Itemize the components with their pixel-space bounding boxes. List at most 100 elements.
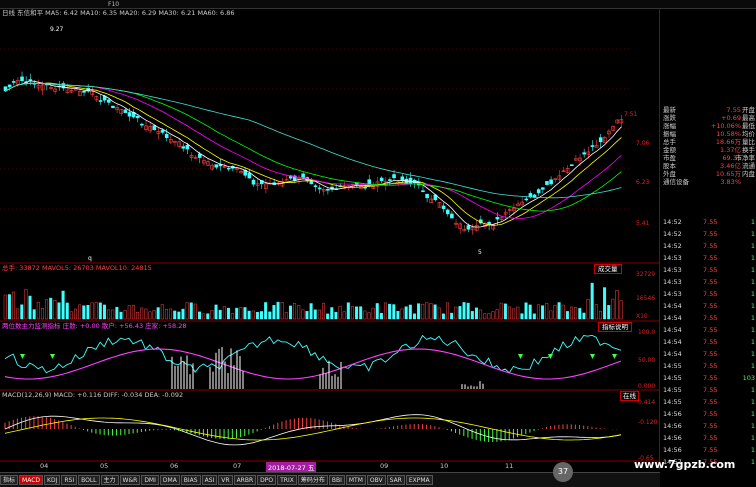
vol-y-label-1: 32729 bbox=[636, 271, 656, 278]
ind-y-label-1: 100.0 bbox=[638, 329, 656, 336]
volume-bar bbox=[86, 304, 90, 320]
tick-time: 14:52 bbox=[663, 218, 682, 226]
indicator-tab[interactable]: ASI bbox=[201, 475, 218, 485]
x-axis-label: 09 bbox=[380, 462, 389, 470]
volume-bar bbox=[57, 302, 61, 320]
indicator-tab[interactable]: BIAS bbox=[180, 475, 201, 485]
volume-bar bbox=[74, 308, 78, 320]
volume-bar bbox=[342, 311, 346, 320]
x-axis-label: 06 bbox=[170, 462, 179, 470]
candle-body bbox=[363, 186, 367, 189]
indicator-tab[interactable]: MACD bbox=[19, 475, 44, 485]
candle-body bbox=[536, 189, 541, 194]
candle-body bbox=[541, 187, 545, 190]
quote-value: 10.65万 bbox=[715, 170, 741, 178]
indicator-tab[interactable]: SAR bbox=[386, 475, 405, 485]
tick-volume: 1 bbox=[750, 398, 755, 406]
macd-y-label-1: 0.414 bbox=[638, 399, 656, 406]
indicator-tab[interactable]: DMA bbox=[159, 475, 180, 485]
indicator-tab[interactable]: DPO bbox=[257, 475, 277, 485]
indicator-tab[interactable]: MTM bbox=[345, 475, 366, 485]
volume-bar bbox=[350, 306, 354, 320]
tick-price: 7.55 bbox=[703, 386, 718, 394]
tick-row: 14:55 7.55 1 bbox=[663, 385, 755, 395]
volume-bar bbox=[140, 307, 144, 320]
volume-bar bbox=[516, 306, 520, 320]
candle-body bbox=[140, 123, 144, 126]
chart-svg[interactable] bbox=[0, 9, 660, 469]
quote-tag: 市净率 bbox=[735, 154, 756, 162]
main-y-label-1: 7.06 bbox=[636, 140, 650, 147]
indicator-tab[interactable]: BBI bbox=[328, 475, 345, 485]
x-axis-label: 07 bbox=[233, 462, 242, 470]
tick-volume: 1 bbox=[750, 218, 755, 226]
indicator-tab[interactable]: VR bbox=[218, 475, 233, 485]
tick-volume: 1 bbox=[750, 422, 755, 430]
indicator-tab[interactable]: EXPMA bbox=[405, 475, 433, 485]
volume-bar bbox=[136, 312, 140, 320]
candle-body bbox=[11, 81, 16, 83]
volume-badge[interactable]: 成交量 bbox=[594, 264, 622, 274]
macd-badge[interactable]: 在线 bbox=[620, 391, 639, 401]
quote-label: 市盈 bbox=[663, 154, 676, 162]
indicator-tab[interactable]: BOLL bbox=[78, 475, 100, 485]
volume-bar bbox=[7, 294, 11, 320]
tick-time: 14:53 bbox=[663, 254, 682, 262]
tick-row: 14:52 7.55 1 bbox=[663, 229, 755, 239]
indicator-tab[interactable]: KDJ bbox=[44, 475, 61, 485]
volume-bar bbox=[235, 307, 239, 320]
tick-time: 14:53 bbox=[663, 278, 682, 286]
indicator-tab[interactable]: 筹码分布 bbox=[297, 475, 328, 485]
tick-row: 14:53 7.55 1 bbox=[663, 253, 755, 263]
tick-row: 14:54 7.55 1 bbox=[663, 301, 755, 311]
indicator-tab[interactable]: ARBR bbox=[233, 475, 257, 485]
volume-bar bbox=[549, 310, 553, 320]
volume-bar bbox=[152, 310, 156, 320]
candle-body bbox=[524, 198, 529, 201]
indicator-tab[interactable]: OBV bbox=[366, 475, 386, 485]
chart-area[interactable]: 日线 东信和平 MA5: 6.42 MA10: 6.35 MA20: 6.29 … bbox=[0, 9, 660, 469]
signal-triangle bbox=[518, 354, 523, 359]
volume-bar bbox=[131, 304, 135, 320]
vol-y-label-3: X10 bbox=[636, 313, 648, 320]
tick-volume: 1 bbox=[750, 290, 755, 298]
indicator-tab[interactable]: 主力 bbox=[100, 475, 119, 485]
indicator-tab[interactable]: DMI bbox=[141, 475, 159, 485]
volume-bar bbox=[503, 303, 507, 320]
tick-time: 14:52 bbox=[663, 242, 682, 250]
volume-bar bbox=[425, 302, 429, 320]
volume-bar bbox=[590, 282, 594, 320]
tick-price: 7.55 bbox=[703, 374, 718, 382]
top-menu-bar: F10 bbox=[0, 0, 756, 9]
candle-body bbox=[441, 205, 446, 209]
candle-body bbox=[466, 225, 471, 230]
quote-value: 10.58% bbox=[716, 130, 741, 138]
quote-label: 振幅 bbox=[663, 130, 676, 138]
candle-body bbox=[317, 187, 322, 190]
tick-volume: 1 bbox=[750, 446, 755, 454]
ma30-line bbox=[5, 82, 622, 212]
quote-tag: 量比 bbox=[742, 138, 755, 146]
candle-body bbox=[425, 193, 429, 199]
candle-body bbox=[301, 173, 305, 179]
volume-bar bbox=[371, 307, 375, 320]
volume-bar bbox=[193, 303, 197, 320]
volume-bar bbox=[28, 295, 32, 320]
indicator-tab[interactable]: W&R bbox=[119, 475, 141, 485]
volume-bar bbox=[284, 312, 288, 320]
indicator-badge[interactable]: 指标说明 bbox=[598, 322, 632, 332]
volume-bar bbox=[441, 313, 445, 320]
volume-bar bbox=[16, 308, 20, 320]
quote-value: 3.46亿 bbox=[720, 162, 741, 170]
volume-bar bbox=[607, 305, 611, 320]
tick-time: 14:54 bbox=[663, 350, 682, 358]
top-menu-item[interactable]: F10 bbox=[108, 0, 119, 9]
indicator-tab[interactable]: 指标 bbox=[0, 475, 19, 485]
indicator-tab[interactable]: RSI bbox=[61, 475, 78, 485]
volume-bar bbox=[520, 313, 524, 320]
candle-body bbox=[598, 137, 603, 142]
candle-body bbox=[164, 133, 169, 138]
candle-body bbox=[152, 125, 157, 131]
quote-label: 金额 bbox=[663, 146, 676, 154]
indicator-tab[interactable]: TRIX bbox=[277, 475, 297, 485]
